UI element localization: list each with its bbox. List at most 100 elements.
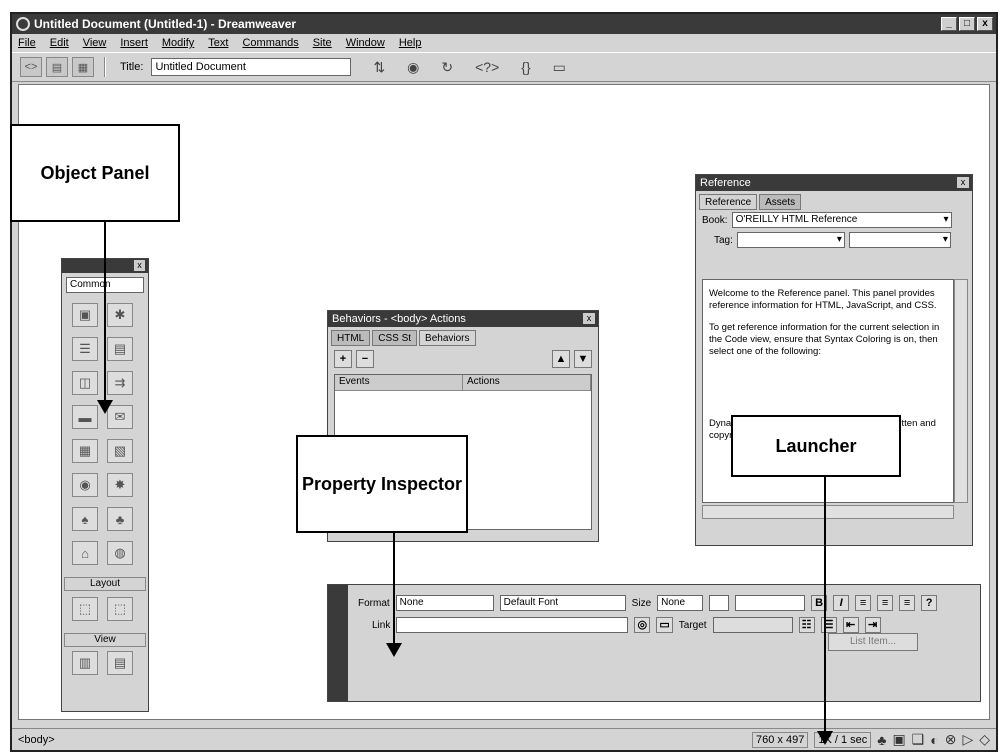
close-icon[interactable]: x <box>134 260 145 271</box>
property-inspector-sidebar <box>328 585 348 701</box>
code-inspector-icon[interactable]: ◇ <box>979 731 990 748</box>
title-bar: Untitled Document (Untitled-1) - Dreamwe… <box>12 14 996 34</box>
maximize-button[interactable]: □ <box>959 17 975 31</box>
horizontal-scrollbar[interactable] <box>702 505 954 519</box>
html-styles-icon[interactable]: ❑ <box>912 731 925 748</box>
remove-behavior-button[interactable]: − <box>356 350 374 368</box>
reference-paragraph: To get reference information for the cur… <box>709 322 940 357</box>
close-icon[interactable]: x <box>957 177 969 188</box>
size-select[interactable]: None <box>657 595 704 611</box>
menu-modify[interactable]: Modify <box>162 34 194 52</box>
reference-panel-header: Reference x <box>696 175 972 191</box>
behaviors-table-header: Events Actions <box>335 375 591 391</box>
format-select[interactable]: None <box>395 595 494 611</box>
unordered-list-icon[interactable]: ☷ <box>798 617 815 633</box>
view-section-label: View <box>64 633 146 647</box>
add-behavior-button[interactable]: + <box>334 350 352 368</box>
outdent-icon[interactable]: ⇤ <box>842 617 859 633</box>
tag-select[interactable] <box>736 232 845 248</box>
behaviors-icon[interactable]: ⊗ <box>945 731 957 748</box>
menu-text[interactable]: Text <box>208 34 228 52</box>
move-up-button[interactable]: ▲ <box>552 350 570 368</box>
minimize-button[interactable]: _ <box>941 17 957 31</box>
attribute-select[interactable] <box>848 232 951 248</box>
css-styles-icon[interactable]: ◐ <box>930 732 938 748</box>
target-select[interactable] <box>712 617 793 633</box>
server-side-include-icon[interactable]: ▧ <box>107 439 133 463</box>
menu-view[interactable]: View <box>83 34 107 52</box>
menu-insert[interactable]: Insert <box>120 34 148 52</box>
standard-view-icon[interactable]: ▥ <box>72 651 98 675</box>
status-bar: <body> 760 x 497 1K / 1 sec ♣ ▣ ❑ ◐ ⊗ ▷ … <box>12 728 996 750</box>
layout-buttons: ⬚ ⬚ <box>62 591 148 627</box>
document-toolbar: <> ▤ ▦ Title: Untitled Document ⇅ ◉ ↻ <?… <box>12 52 996 82</box>
close-button[interactable]: x <box>977 17 993 31</box>
site-icon[interactable]: ♣ <box>877 732 886 748</box>
insert-image-icon[interactable]: ▣ <box>72 303 98 327</box>
layout-cell-icon[interactable]: ⬚ <box>107 597 133 621</box>
horizontal-rule-icon[interactable]: ▬ <box>72 405 98 429</box>
point-to-file-icon[interactable]: ◎ <box>634 617 651 633</box>
align-left-icon[interactable]: ≡ <box>855 595 872 611</box>
shockwave-icon[interactable]: ✸ <box>107 473 133 497</box>
vertical-scrollbar[interactable] <box>954 279 968 503</box>
menu-help[interactable]: Help <box>399 34 422 52</box>
assets-icon[interactable]: ▣ <box>892 731 905 748</box>
italic-button[interactable]: I <box>833 595 850 611</box>
tab-html[interactable]: HTML <box>331 330 371 346</box>
code-navigation-icon[interactable]: {} <box>521 59 530 75</box>
fireworks-icon[interactable]: ♣ <box>107 507 133 531</box>
align-right-icon[interactable]: ≡ <box>899 595 916 611</box>
events-column-header: Events <box>335 375 463 390</box>
tab-reference[interactable]: Reference <box>699 194 758 210</box>
help-icon[interactable]: ? <box>921 595 938 611</box>
split-view-icon[interactable]: ▤ <box>46 57 68 77</box>
move-down-button[interactable]: ▼ <box>574 350 592 368</box>
reference-icon[interactable]: <?> <box>475 59 499 75</box>
book-select[interactable]: O'REILLY HTML Reference <box>731 212 952 228</box>
document-title-input[interactable]: Untitled Document <box>151 58 352 76</box>
list-item-button[interactable]: List Item... <box>828 633 918 651</box>
ordered-list-icon[interactable]: ☰ <box>820 617 837 633</box>
text-color-swatch[interactable] <box>709 595 730 611</box>
menu-site[interactable]: Site <box>313 34 332 52</box>
date-icon[interactable]: ▦ <box>72 439 98 463</box>
insert-table-icon[interactable]: ☰ <box>72 337 98 361</box>
menu-file[interactable]: File <box>18 34 36 52</box>
flash-icon[interactable]: ◉ <box>72 473 98 497</box>
menu-commands[interactable]: Commands <box>242 34 298 52</box>
object-panel-arrow <box>97 222 113 414</box>
menu-edit[interactable]: Edit <box>50 34 69 52</box>
design-view-icon[interactable]: ▦ <box>72 57 94 77</box>
tabular-data-icon[interactable]: ▤ <box>107 337 133 361</box>
text-color-input[interactable] <box>735 595 806 611</box>
reference-panel-title: Reference <box>700 177 751 189</box>
refresh-icon[interactable]: ↻ <box>441 59 453 76</box>
code-view-icon[interactable]: <> <box>20 57 42 77</box>
tag-selector[interactable]: <body> <box>18 734 55 746</box>
tab-css-styles[interactable]: CSS St <box>372 330 418 346</box>
window-controls: _ □ x <box>941 17 993 31</box>
rollover-image-icon[interactable]: ✱ <box>107 303 133 327</box>
window-size-box[interactable]: 760 x 497 <box>752 731 809 748</box>
applet-icon[interactable]: ⌂ <box>72 541 98 565</box>
close-icon[interactable]: x <box>583 313 595 324</box>
font-select[interactable]: Default Font <box>499 595 626 611</box>
nav-bar-icon[interactable]: ⇉ <box>107 371 133 395</box>
layout-view-icon[interactable]: ▤ <box>107 651 133 675</box>
preview-browser-icon[interactable]: ◉ <box>407 59 419 76</box>
generator-icon[interactable]: ♠ <box>72 507 98 531</box>
layout-table-icon[interactable]: ⬚ <box>72 597 98 621</box>
tab-behaviors[interactable]: Behaviors <box>419 330 476 346</box>
history-icon[interactable]: ▷ <box>962 731 973 748</box>
layer-icon[interactable]: ◫ <box>72 371 98 395</box>
browse-folder-icon[interactable]: ▭ <box>656 617 673 633</box>
plugin-icon[interactable]: ◍ <box>107 541 133 565</box>
link-input[interactable] <box>396 617 629 633</box>
view-options-icon[interactable]: ▭ <box>553 59 566 76</box>
file-management-icon[interactable]: ⇅ <box>373 59 385 76</box>
indent-icon[interactable]: ⇥ <box>864 617 881 633</box>
align-center-icon[interactable]: ≡ <box>877 595 894 611</box>
menu-window[interactable]: Window <box>346 34 385 52</box>
tab-assets[interactable]: Assets <box>759 194 802 210</box>
